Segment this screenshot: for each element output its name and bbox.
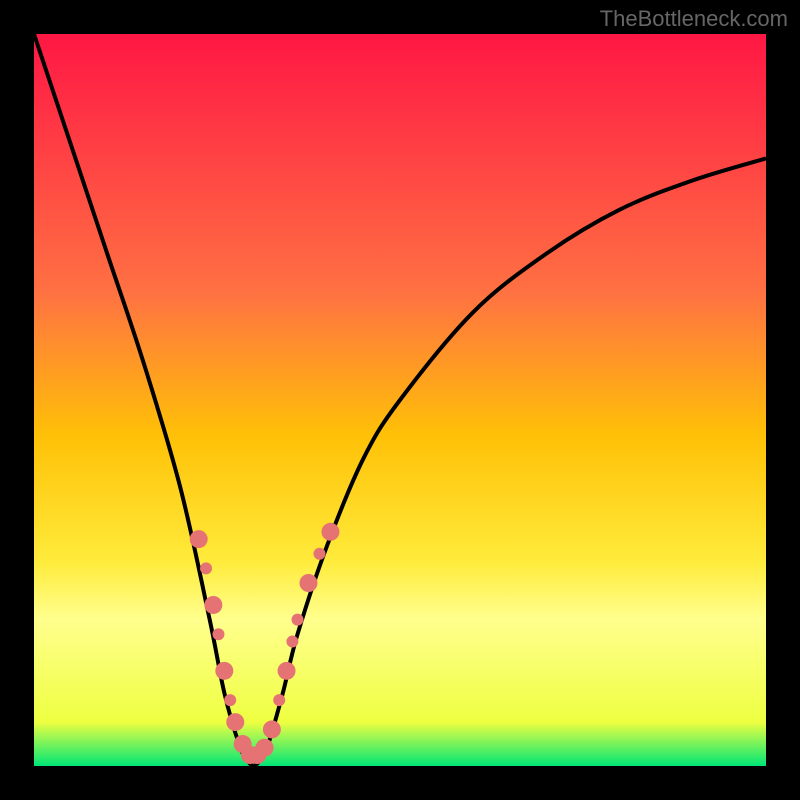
data-point xyxy=(313,548,325,560)
data-point xyxy=(292,614,304,626)
data-point xyxy=(204,596,222,614)
data-point xyxy=(278,662,296,680)
data-point xyxy=(215,662,233,680)
plot-area xyxy=(34,34,766,766)
data-point xyxy=(190,530,208,548)
data-point xyxy=(286,636,298,648)
data-point xyxy=(273,694,285,706)
data-point xyxy=(256,739,274,757)
data-point xyxy=(200,562,212,574)
data-point xyxy=(224,694,236,706)
data-point xyxy=(212,628,224,640)
watermark-text: TheBottleneck.com xyxy=(600,6,788,32)
data-point xyxy=(321,523,339,541)
chart-container: TheBottleneck.com xyxy=(0,0,800,800)
bottleneck-chart xyxy=(34,34,766,766)
data-point xyxy=(263,720,281,738)
data-point xyxy=(300,574,318,592)
data-point xyxy=(226,713,244,731)
